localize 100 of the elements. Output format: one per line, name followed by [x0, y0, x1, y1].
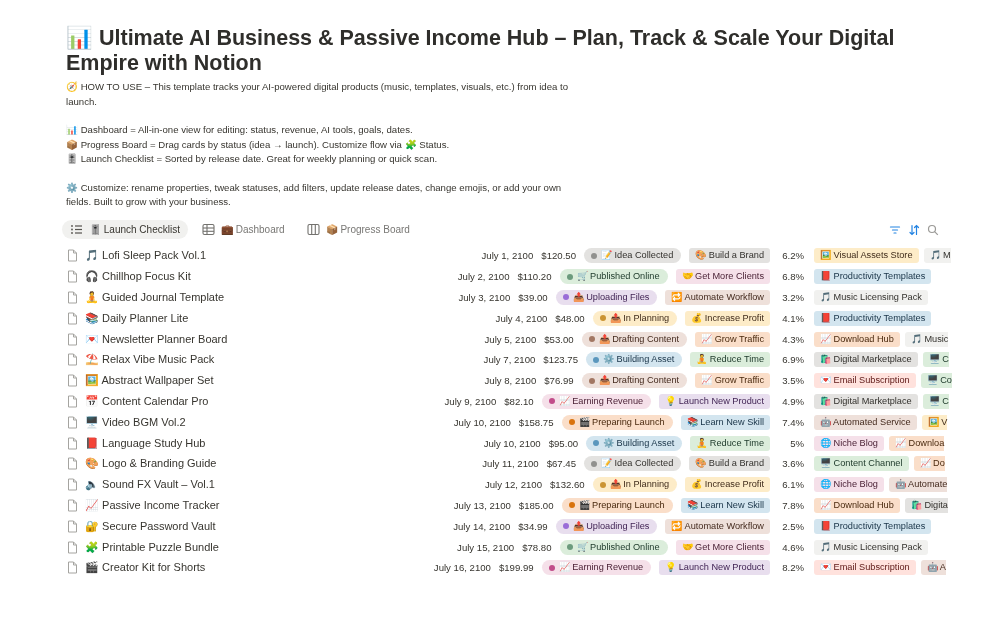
status-tag: 🛒 Published Online — [559, 539, 668, 555]
status-tag: 🛒 Published Online — [559, 269, 668, 285]
goal-tag: 📚 Learn New Skill — [680, 414, 770, 430]
channel-tag: 🛍 Digita — [904, 497, 948, 513]
channel-tag: 🤖 Automated Service — [814, 414, 917, 430]
list-icon — [70, 223, 83, 236]
revenue-text: $82.10 — [504, 395, 534, 407]
item-title[interactable]: 🎨 Logo & Branding Guide — [85, 457, 217, 471]
page-icon — [66, 415, 79, 429]
view-tab[interactable]: 🎚 Launch Checklist — [62, 220, 188, 239]
goal-tag: 🤝 Get More Clients — [675, 269, 770, 285]
item-title[interactable]: 🎧 Chillhop Focus Kit — [85, 270, 191, 284]
goal-tag: 🔁 Automate Workflow — [665, 518, 770, 534]
item-title[interactable]: 🧩 Printable Puzzle Bundle — [85, 540, 219, 554]
item-title[interactable]: 🔐 Secure Password Vault — [85, 519, 216, 533]
date-text: July 10, 2100 — [453, 416, 511, 428]
view-tab[interactable]: 💼 Dashboard — [193, 220, 293, 239]
filter-icon[interactable] — [889, 223, 901, 236]
page-icon — [66, 457, 79, 471]
item-title[interactable]: 📈 Passive Income Tracker — [85, 498, 220, 512]
page-icon — [66, 498, 79, 512]
rate-text: 2.5% — [781, 520, 804, 532]
status-tag: 📤 Uploading Files — [555, 518, 658, 534]
date-text: July 5, 2100 — [484, 333, 537, 345]
view-tab[interactable]: 📦 Progress Board — [298, 220, 418, 239]
channel-tag: 📕 Productivity Templates — [814, 269, 932, 285]
rate-text: 4.9% — [781, 395, 804, 407]
date-text: July 12, 2100 — [484, 479, 542, 491]
status-tag: 📈 Earning Revenue — [541, 560, 652, 576]
goal-tag: 📈 Grow Traffic — [695, 331, 770, 347]
page-icon — [66, 249, 79, 263]
date-text: July 9, 2100 — [444, 395, 497, 407]
channel-tag: 🖥 C — [922, 393, 949, 409]
revenue-text: $110.20 — [517, 271, 552, 283]
rate-text: 3.6% — [781, 458, 804, 470]
status-tag: 📤 In Planning — [592, 310, 678, 326]
goal-tag: 🎨 Build a Brand — [689, 456, 770, 472]
page-icon — [66, 478, 79, 492]
revenue-text: $48.00 — [555, 312, 585, 324]
channel-tag: 📕 Productivity Templates — [814, 310, 932, 326]
item-title[interactable]: 🧘 Guided Journal Template — [85, 291, 225, 304]
item-title[interactable]: 🔈 Sound FX Vault – Vol.1 — [85, 478, 215, 492]
page-icon — [66, 311, 79, 325]
goal-tag: 💡 Launch New Product — [659, 560, 770, 576]
intro-text: 📦 Progress Board = Drag cards by status (idea → launch). Customize flow via 🧩 Status. — [66, 137, 451, 152]
goal-tag: 🔁 Automate Workflow — [665, 290, 770, 305]
sort-icon[interactable] — [908, 223, 920, 236]
channel-tag: 🛍 Digital Marketplace — [814, 393, 918, 409]
item-title[interactable]: 📚 Daily Planner Lite — [85, 311, 189, 325]
revenue-text: $39.00 — [518, 292, 548, 303]
channel-tag: 🖼 V — [921, 414, 948, 430]
date-text: July 15, 2100 — [457, 541, 515, 553]
date-text: July 8, 2100 — [484, 375, 537, 387]
channel-tag: 🎵 Music Licensing Pack — [814, 290, 928, 305]
rate-text: 5% — [789, 437, 804, 449]
item-title[interactable]: 💌 Newsletter Planner Board — [85, 332, 228, 346]
channel-tag: 🖥 Content Channel — [814, 456, 909, 472]
page-icon — [66, 540, 79, 554]
intro-text: 🎚 Launch Checklist = Sorted by release date. Great for weekly planning or quick scan. — [66, 152, 439, 166]
channel-tag: 🎵 Music — [904, 331, 949, 347]
date-text: July 2, 2100 — [457, 271, 510, 283]
page-icon — [66, 519, 79, 533]
revenue-text: $199.99 — [498, 562, 534, 574]
goal-tag: 🧘 Reduce Time — [690, 352, 770, 368]
table-icon — [201, 223, 215, 236]
revenue-text: $132.60 — [550, 479, 585, 491]
revenue-text: $34.99 — [518, 520, 548, 532]
date-text: July 16, 2100 — [433, 562, 491, 574]
goal-tag: 💰 Increase Profit — [685, 477, 770, 493]
item-title[interactable]: 🎵 Lofi Sleep Pack Vol.1 — [85, 249, 206, 263]
channel-tag: 📈 Downloa — [889, 435, 945, 451]
status-tag: ⚙ Building Asset — [586, 435, 683, 451]
status-tag: 🎬 Preparing Launch — [561, 414, 673, 430]
status-tag: 📤 Uploading Files — [555, 290, 658, 305]
goal-tag: 💡 Launch New Product — [659, 393, 770, 409]
item-title[interactable]: 🖼 Abstract Wallpaper Set — [85, 374, 214, 388]
revenue-text: $78.80 — [522, 541, 552, 553]
channel-tag: 💌 Email Subscription — [814, 373, 916, 389]
revenue-text: $185.00 — [518, 499, 554, 511]
channel-tag: 🌐 Niche Blog — [814, 477, 884, 493]
channel-tag: 🌐 Niche Blog — [814, 435, 884, 451]
item-title[interactable]: 📅 Content Calendar Pro — [85, 394, 209, 408]
channel-tag: 🎵 M — [923, 248, 951, 264]
page-title: 📊 Ultimate AI Business & Passive Income Hub – Plan, Track & Scale Your Digital Empire with Notion — [66, 26, 896, 76]
status-tag: 📝 Idea Collected — [584, 456, 682, 472]
item-title[interactable]: 🖥 Video BGM Vol.2 — [85, 415, 186, 429]
search-icon[interactable] — [927, 223, 939, 236]
item-title[interactable]: 📕 Language Study Hub — [85, 436, 206, 450]
date-text: July 3, 2100 — [458, 292, 511, 303]
rate-text: 4.1% — [781, 312, 804, 324]
item-title[interactable]: 🎬 Creator Kit for Shorts — [85, 561, 206, 575]
revenue-text: $158.75 — [518, 416, 554, 428]
revenue-text: $95.00 — [548, 437, 579, 449]
channel-tag: 🛍 Digital Marketplace — [814, 352, 918, 368]
item-title[interactable]: ⛱ Relax Vibe Music Pack — [85, 353, 215, 367]
revenue-text: $53.00 — [544, 333, 574, 345]
status-tag: 📤 Drafting Content — [581, 373, 688, 389]
rate-text: 6.2% — [781, 250, 804, 262]
date-text: July 10, 2100 — [483, 437, 541, 449]
channel-tag: 📈 Do — [913, 456, 945, 472]
